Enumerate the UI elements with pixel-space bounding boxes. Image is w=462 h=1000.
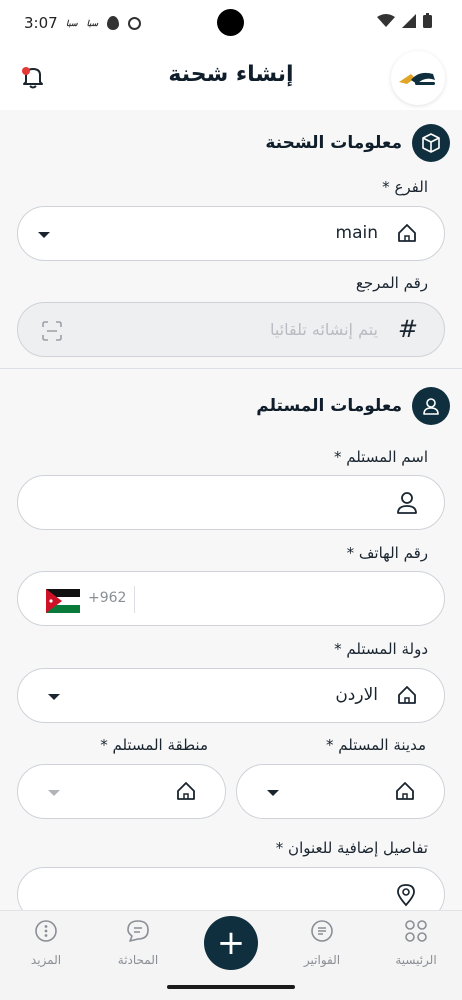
system-icons <box>377 13 432 28</box>
user-icon <box>412 387 450 425</box>
country-value: الاردن <box>335 685 378 705</box>
chevron-down-icon <box>38 232 50 238</box>
chevron-down-icon <box>48 694 60 700</box>
face-icon <box>128 16 142 30</box>
city-label: مدينة المستلم * <box>326 736 426 754</box>
scan-icon[interactable] <box>40 319 64 343</box>
city-select[interactable] <box>236 764 445 819</box>
bottom-navigation: الرئيسية الفواتير + المحادثة المزيد <box>0 910 462 1000</box>
branch-label: الفرع * <box>382 178 428 196</box>
phone-label: رقم الهاتف * <box>346 544 428 562</box>
recipient-name-label: اسم المستلم * <box>333 448 428 466</box>
signal-icon <box>402 13 416 28</box>
region-select[interactable] <box>17 764 226 819</box>
hash-icon: # <box>397 315 418 343</box>
branch-value: main <box>335 223 378 243</box>
phone-separator <box>134 586 135 613</box>
status-bar: 3:07 ﺳﺒﺎ ﺳﺒﺎ <box>0 0 462 46</box>
reference-placeholder: يتم إنشائه تلقائيا <box>269 320 378 339</box>
shipment-section-header: معلومات الشحنة <box>265 124 450 162</box>
home-icon <box>396 782 414 800</box>
app-header: إنشاء شحنة <box>0 46 462 110</box>
nav-more[interactable]: المزيد <box>6 919 86 967</box>
nav-home-label: الرئيسية <box>395 953 437 967</box>
notification-icons: ﺳﺒﺎ ﺳﺒﺎ <box>66 16 142 30</box>
app-notification-icon: ﺳﺒﺎ <box>86 18 99 28</box>
box-icon <box>412 124 450 162</box>
location-pin-icon <box>397 884 415 907</box>
nav-chat[interactable]: المحادثة <box>98 919 178 967</box>
shipment-form: معلومات الشحنة الفرع * main رقم المرجع #… <box>0 110 462 910</box>
reference-label: رقم المرجع <box>355 274 428 292</box>
phone-country-code: +962 <box>88 590 127 606</box>
country-select[interactable]: الاردن <box>17 668 445 723</box>
battery-icon <box>423 13 432 28</box>
chevron-down-icon <box>267 790 279 796</box>
add-shipment-button[interactable]: + <box>204 916 258 970</box>
camera-cutout <box>217 9 244 36</box>
phone-field[interactable]: +962 <box>17 571 445 626</box>
country-label: دولة المستلم * <box>334 640 428 658</box>
home-indicator <box>167 985 295 989</box>
status-time: 3:07 <box>24 14 58 32</box>
branch-select[interactable]: main <box>17 206 445 261</box>
home-icon <box>398 686 416 704</box>
nav-chat-label: المحادثة <box>117 953 159 967</box>
home-icon <box>177 782 195 800</box>
recipient-name-field[interactable] <box>17 475 445 530</box>
address-field[interactable] <box>17 867 445 910</box>
section-divider <box>0 368 462 369</box>
recipient-section-header: معلومات المستلم <box>256 387 450 425</box>
grid-icon <box>405 920 427 942</box>
address-label: تفاصيل إضافية للعنوان * <box>275 839 428 857</box>
jordan-flag-icon[interactable] <box>46 589 80 613</box>
chevron-down-icon <box>48 790 60 796</box>
nav-home[interactable]: الرئيسية <box>376 919 456 967</box>
notification-badge <box>22 67 30 75</box>
person-icon <box>397 492 417 514</box>
more-icon <box>35 920 57 942</box>
app-notification-icon: ﺳﺒﺎ <box>66 18 78 28</box>
nav-invoices-label: الفواتير <box>303 953 341 967</box>
nav-invoices[interactable]: الفواتير <box>282 919 362 967</box>
recipient-section-title: معلومات المستلم <box>256 396 402 416</box>
wifi-icon <box>377 13 395 27</box>
shipment-section-title: معلومات الشحنة <box>265 133 402 153</box>
nav-more-label: المزيد <box>30 953 62 967</box>
flame-icon <box>107 16 120 30</box>
page-title: إنشاء شحنة <box>168 62 294 87</box>
invoice-icon <box>311 920 333 942</box>
reference-field[interactable]: # يتم إنشائه تلقائيا <box>17 302 445 357</box>
home-icon <box>398 224 416 242</box>
chat-icon <box>127 920 149 942</box>
region-label: منطقة المستلم * <box>100 736 208 754</box>
